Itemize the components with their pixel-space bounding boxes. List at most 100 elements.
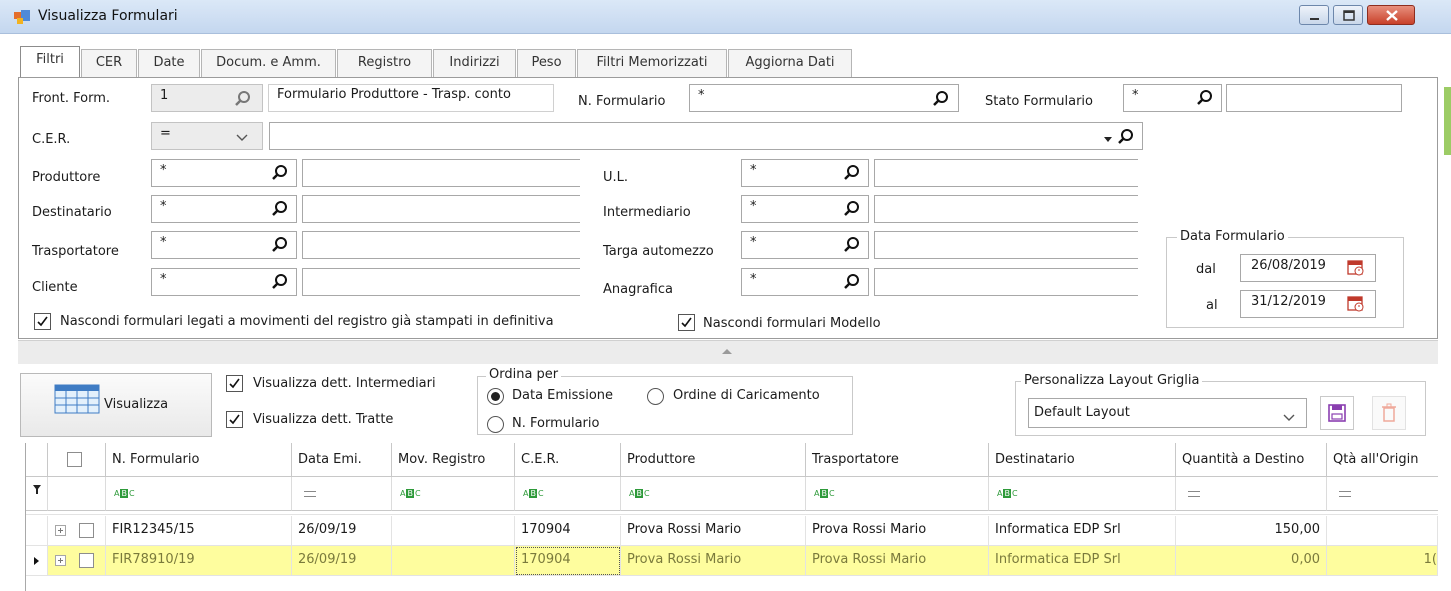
sort-ordine-caricamento-radio[interactable]	[647, 388, 664, 405]
search-icon[interactable]	[271, 236, 289, 254]
delete-layout-button[interactable]	[1372, 396, 1406, 430]
col-trasportatore[interactable]: Trasportatore	[806, 443, 989, 477]
sort-data-emissione-radio[interactable]	[487, 388, 504, 405]
produttore-description	[302, 159, 580, 187]
search-icon[interactable]	[843, 200, 861, 218]
title-bar	[0, 0, 1451, 34]
equals-filter-icon	[304, 491, 316, 497]
cell-cer-focused[interactable]: 170904	[515, 546, 621, 576]
targa-label: Targa automezzo	[603, 244, 714, 259]
collapse-arrow-icon[interactable]	[722, 349, 732, 354]
cell-qta-destino[interactable]: 150,00	[1176, 516, 1327, 546]
search-icon[interactable]	[1196, 89, 1214, 107]
cliente-label: Cliente	[32, 280, 78, 295]
anagrafica-label: Anagrafica	[603, 282, 673, 297]
tab-registro[interactable]: Registro	[337, 49, 432, 77]
col-n-formulario[interactable]: N. Formulario	[106, 443, 292, 477]
hide-model-checkbox[interactable]	[678, 314, 695, 331]
cell-n-formulario[interactable]: FIR12345/15	[106, 516, 292, 546]
tab-indirizzi[interactable]: Indirizzi	[433, 49, 516, 77]
col-destinatario[interactable]: Destinatario	[989, 443, 1176, 477]
cliente-description	[302, 268, 580, 296]
col-qta-destino[interactable]: Quantità a Destino	[1176, 443, 1327, 477]
front-form-description: Formulario Produttore - Trasp. conto	[268, 84, 554, 112]
cell-mov-registro[interactable]	[392, 516, 515, 546]
hide-printed-checkbox[interactable]	[34, 313, 51, 330]
tab-aggiorna-dati[interactable]: Aggiorna Dati	[728, 49, 852, 77]
hide-printed-label: Nascondi formulari legati a movimenti de…	[60, 314, 554, 329]
search-icon[interactable]	[843, 164, 861, 182]
cell-data-emi[interactable]: 26/09/19	[292, 546, 392, 576]
cell-n-formulario[interactable]: FIR78910/19	[106, 546, 292, 576]
col-data-emi[interactable]: Data Emi.	[292, 443, 392, 477]
dropdown-arrow-icon[interactable]	[1104, 132, 1112, 147]
search-icon[interactable]	[271, 200, 289, 218]
sort-n-formulario-radio[interactable]	[487, 416, 504, 433]
row-indicator	[26, 546, 48, 576]
search-icon[interactable]	[932, 90, 950, 108]
expand-icon[interactable]	[55, 525, 66, 536]
row-checkbox[interactable]	[79, 553, 94, 568]
layout-select[interactable]: Default Layout	[1028, 398, 1307, 428]
cell-mov-registro[interactable]	[392, 546, 515, 576]
search-icon[interactable]	[271, 164, 289, 182]
cell-cer[interactable]: 170904	[515, 516, 621, 546]
save-layout-button[interactable]	[1320, 396, 1354, 430]
text-filter-icon: ABC	[114, 489, 135, 498]
calendar-icon[interactable]	[1347, 295, 1365, 316]
cell-data-emi[interactable]: 26/09/19	[292, 516, 392, 546]
close-button[interactable]	[1367, 5, 1415, 25]
search-icon[interactable]	[234, 90, 252, 108]
maximize-button[interactable]	[1333, 5, 1363, 25]
row-select-cell[interactable]	[48, 546, 106, 576]
minimize-button[interactable]	[1299, 5, 1329, 25]
cell-destinatario[interactable]: Informatica EDP Srl	[989, 546, 1176, 576]
cell-produttore[interactable]: Prova Rossi Mario	[621, 546, 806, 576]
intermediario-label: Intermediario	[603, 205, 691, 220]
al-label: al	[1206, 298, 1218, 313]
col-produttore[interactable]: Produttore	[621, 443, 806, 477]
tab-date[interactable]: Date	[138, 49, 200, 77]
calendar-icon[interactable]	[1347, 259, 1365, 280]
search-icon[interactable]	[271, 273, 289, 291]
cell-trasportatore[interactable]: Prova Rossi Mario	[806, 516, 989, 546]
search-icon[interactable]	[843, 236, 861, 254]
cer-combobox[interactable]	[269, 122, 1143, 150]
filter-cell-select	[48, 477, 106, 511]
ul-label: U.L.	[603, 170, 629, 185]
cell-produttore[interactable]: Prova Rossi Mario	[621, 516, 806, 546]
cell-qta-origine[interactable]: 1(	[1327, 546, 1438, 576]
cell-trasportatore[interactable]: Prova Rossi Mario	[806, 546, 989, 576]
cell-qta-destino[interactable]: 0,00	[1176, 546, 1327, 576]
row-checkbox[interactable]	[79, 523, 94, 538]
tab-filtri[interactable]: Filtri	[20, 46, 80, 78]
search-icon[interactable]	[843, 273, 861, 291]
col-qta-origine[interactable]: Qtà all'Origin	[1327, 443, 1438, 477]
col-mov-registro[interactable]: Mov. Registro	[392, 443, 515, 477]
dett-tratte-checkbox[interactable]	[226, 411, 243, 428]
select-all-cell[interactable]	[48, 443, 106, 477]
tab-peso[interactable]: Peso	[517, 49, 576, 77]
chevron-down-icon	[1283, 411, 1295, 426]
n-formulario-input[interactable]: *	[689, 84, 959, 112]
row-select-cell[interactable]	[48, 516, 106, 546]
tab-docum-amm[interactable]: Docum. e Amm.	[201, 49, 336, 77]
search-icon[interactable]	[1117, 128, 1135, 146]
dett-intermediari-label: Visualizza dett. Intermediari	[253, 376, 436, 391]
layout-title: Personalizza Layout Griglia	[1021, 373, 1203, 388]
tab-filtri-memorizzati[interactable]: Filtri Memorizzati	[577, 49, 727, 77]
sort-ordine-caricamento-label: Ordine di Caricamento	[673, 388, 820, 403]
anagrafica-description	[874, 268, 1138, 296]
dett-intermediari-checkbox[interactable]	[226, 375, 243, 392]
tab-cer[interactable]: CER	[81, 49, 137, 77]
cell-destinatario[interactable]: Informatica EDP Srl	[989, 516, 1176, 546]
cer-label: C.E.R.	[32, 132, 71, 147]
hide-model-label: Nascondi formulari Modello	[703, 316, 881, 331]
side-panel-edge	[1444, 87, 1451, 155]
stato-formulario-label: Stato Formulario	[985, 94, 1093, 109]
cell-qta-origine[interactable]	[1327, 516, 1438, 546]
col-cer[interactable]: C.E.R.	[515, 443, 621, 477]
select-all-checkbox[interactable]	[67, 452, 82, 467]
expand-icon[interactable]	[55, 555, 66, 566]
window-title: Visualizza Formulari	[38, 8, 178, 24]
